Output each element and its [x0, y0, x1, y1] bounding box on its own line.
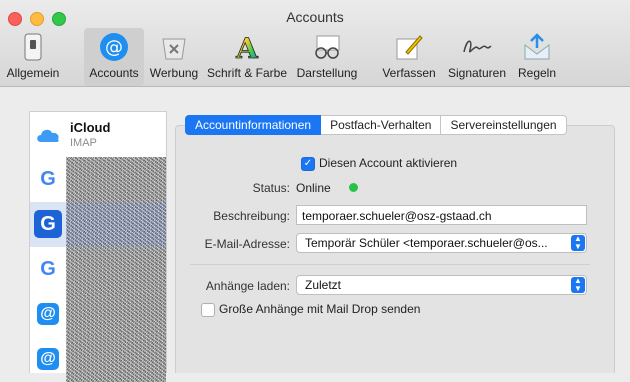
redacted-account-details	[66, 157, 166, 202]
email-address-value: Temporär Schüler <temporaer.schueler@os.…	[305, 236, 548, 250]
cloud-icon	[34, 120, 62, 148]
status-value: Online	[296, 181, 331, 195]
status-indicator	[349, 183, 358, 192]
account-item[interactable]: G	[30, 157, 166, 202]
redacted-account-details	[66, 292, 166, 337]
rules-icon	[521, 31, 553, 63]
preferences-toolbar: Allgemein @ Accounts Werbung A Schrift &…	[0, 28, 630, 86]
account-item-icloud[interactable]: iCloud IMAP	[30, 112, 166, 157]
maildrop-label: Große Anhänge mit Mail Drop senden	[219, 302, 421, 316]
at-icon: @	[37, 303, 59, 325]
tab-servereinstellungen[interactable]: Servereinstellungen	[441, 115, 567, 135]
enable-account-checkbox[interactable]: ✓	[301, 157, 315, 171]
account-item[interactable]: @	[30, 292, 166, 337]
font-color-icon: A	[231, 31, 263, 63]
google-icon: G	[34, 210, 62, 238]
toolbar-item-darstellung[interactable]: Darstellung	[290, 28, 364, 86]
at-icon: @	[98, 31, 130, 63]
toolbar-item-verfassen[interactable]: Verfassen	[378, 28, 440, 86]
maildrop-checkbox[interactable]	[201, 303, 215, 317]
window-title: Accounts	[286, 9, 344, 25]
title-bar: Accounts Allgemein @ Accounts Werbung A …	[0, 0, 630, 87]
at-icon: @	[37, 348, 59, 370]
google-icon: G	[34, 165, 62, 193]
svg-text:@: @	[105, 37, 123, 58]
account-name: iCloud	[70, 120, 111, 135]
switch-icon	[17, 31, 49, 63]
enable-account-label: Diesen Account aktivieren	[319, 156, 458, 170]
email-label: E-Mail-Adresse:	[204, 237, 290, 251]
attachments-value: Zuletzt	[305, 278, 342, 292]
signature-icon	[461, 31, 493, 63]
tab-accountinformationen[interactable]: Accountinformationen	[185, 115, 322, 135]
attachments-label: Anhänge laden:	[205, 279, 290, 293]
pen-icon	[393, 31, 425, 63]
account-item[interactable]: @	[30, 337, 166, 382]
redacted-account-details	[66, 337, 166, 382]
description-field[interactable]: temporaer.schueler@osz-gstaad.ch	[296, 205, 587, 225]
glasses-icon	[311, 31, 343, 63]
toolbar-item-accounts[interactable]: @ Accounts	[84, 28, 144, 86]
redacted-account-details	[66, 247, 166, 292]
account-item[interactable]: G	[30, 247, 166, 292]
email-address-popup[interactable]: Temporär Schüler <temporaer.schueler@os.…	[296, 233, 587, 253]
description-label: Beschreibung:	[213, 209, 290, 223]
status-label: Status:	[252, 181, 290, 195]
account-item-selected[interactable]: G	[30, 202, 166, 247]
tab-postfach-verhalten[interactable]: Postfach-Verhalten	[321, 115, 442, 135]
separator	[190, 264, 590, 265]
toolbar-item-schrift-farbe[interactable]: A Schrift & Farbe	[205, 28, 289, 86]
popup-chevron-icon: ▲ ▼	[571, 235, 585, 251]
toolbar-item-allgemein[interactable]: Allgemein	[7, 28, 59, 86]
junk-mail-icon	[158, 31, 190, 63]
accounts-list: iCloud IMAP G G G @ @	[29, 111, 167, 382]
svg-text:A: A	[235, 32, 259, 62]
popup-chevron-icon: ▲ ▼	[571, 277, 585, 293]
settings-tabs: Accountinformationen Postfach-Verhalten …	[185, 115, 567, 135]
toolbar-item-werbung[interactable]: Werbung	[146, 28, 202, 86]
toolbar-item-signaturen[interactable]: Signaturen	[444, 28, 510, 86]
account-type: IMAP	[70, 137, 97, 149]
toolbar-item-regeln[interactable]: Regeln	[512, 28, 562, 86]
redacted-account-details	[66, 202, 166, 247]
attachments-popup[interactable]: Zuletzt ▲ ▼	[296, 275, 587, 295]
google-icon: G	[34, 255, 62, 283]
